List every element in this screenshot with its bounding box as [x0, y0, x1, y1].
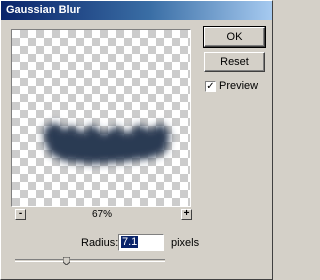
ok-button[interactable]: OK	[203, 26, 266, 48]
gaussian-blur-dialog: Gaussian Blur - 67% + OK Reset ✓ Preview…	[0, 0, 273, 280]
radius-value: 7.1	[121, 236, 139, 248]
radius-label: Radius:	[81, 237, 119, 249]
preview-label: Preview	[219, 80, 259, 92]
zoom-controls: - 67% +	[13, 209, 192, 222]
radius-slider-thumb[interactable]	[62, 257, 70, 265]
blurred-preview-image	[44, 122, 170, 164]
title-bar[interactable]: Gaussian Blur	[1, 1, 272, 20]
preview-checkbox[interactable]: ✓	[205, 81, 216, 92]
preview-pane[interactable]	[11, 29, 191, 207]
radius-unit-label: pixels	[171, 237, 200, 249]
radius-input[interactable]: 7.1	[118, 234, 164, 251]
radius-slider-track[interactable]	[15, 259, 165, 262]
zoom-level: 67%	[91, 209, 112, 220]
dialog-title: Gaussian Blur	[6, 4, 81, 16]
zoom-in-button[interactable]: +	[181, 209, 192, 220]
reset-button[interactable]: Reset	[204, 52, 265, 72]
